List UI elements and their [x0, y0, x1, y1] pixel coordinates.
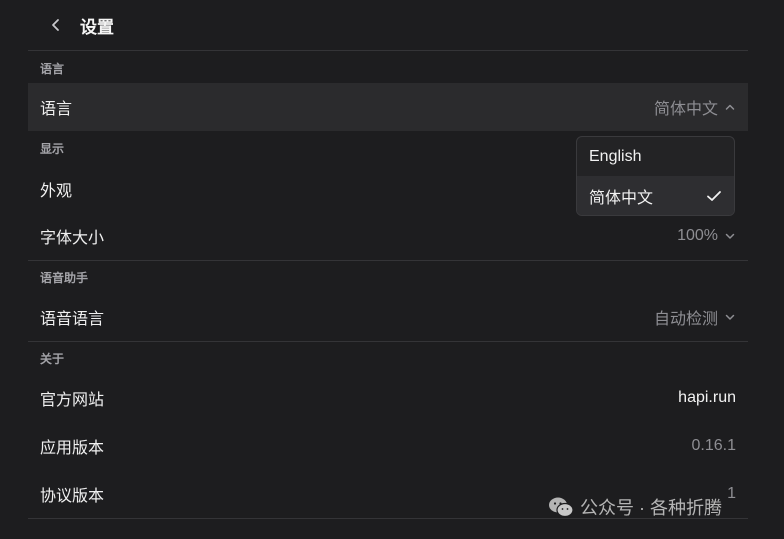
- voice-language-value: 自动检测: [653, 311, 718, 328]
- language-value: 简体中文: [653, 101, 718, 118]
- section-label-about: 关于: [40, 352, 65, 366]
- divider: [28, 341, 748, 342]
- voice-language-select[interactable]: 自动检测: [654, 305, 736, 329]
- language-option-label: 简体中文: [589, 189, 654, 207]
- chevron-up-icon: [725, 104, 735, 110]
- language-option-english[interactable]: English: [577, 137, 734, 176]
- font-size-row[interactable]: 字体大小 100%: [28, 212, 748, 260]
- settings-page: 设置 语言 语言 简体中文 显示 外观 字体大小 100% 语音助手 语音语言 …: [0, 0, 784, 539]
- font-size-value: 100%: [677, 227, 718, 244]
- language-row-label: 语言: [40, 101, 73, 118]
- language-option-label: English: [589, 147, 642, 165]
- chevron-left-icon: [52, 19, 59, 31]
- protocol-version-value: 1: [727, 485, 736, 502]
- wechat-icon: [549, 497, 574, 518]
- voice-language-row-label: 语音语言: [40, 311, 105, 328]
- font-size-select[interactable]: 100%: [677, 227, 736, 245]
- section-label-voice: 语音助手: [40, 271, 89, 285]
- chevron-down-icon: [725, 233, 735, 239]
- language-select[interactable]: 简体中文: [654, 95, 736, 119]
- app-version-value: 0.16.1: [691, 437, 736, 454]
- chevron-down-icon: [725, 314, 735, 320]
- protocol-version-row-label: 协议版本: [40, 488, 105, 505]
- website-link[interactable]: hapi.run: [678, 389, 736, 407]
- website-row-label: 官方网站: [40, 392, 105, 409]
- page-title: 设置: [80, 17, 114, 37]
- language-option-chinese[interactable]: 简体中文: [577, 176, 734, 215]
- website-row[interactable]: 官方网站 hapi.run: [28, 374, 748, 422]
- appearance-row-label: 外观: [40, 183, 73, 200]
- checkmark-icon: [707, 190, 721, 201]
- language-row[interactable]: 语言 简体中文: [28, 83, 748, 131]
- back-button[interactable]: [44, 13, 68, 37]
- voice-language-row[interactable]: 语音语言 自动检测: [28, 293, 748, 341]
- watermark: 公众号 · 各种折腾: [548, 494, 722, 520]
- font-size-row-label: 字体大小: [40, 230, 105, 247]
- app-version-row: 应用版本 0.16.1: [28, 422, 748, 470]
- language-dropdown-menu: English 简体中文: [576, 136, 735, 216]
- header-bar: 设置: [28, 0, 748, 51]
- divider: [28, 260, 748, 261]
- app-version-row-label: 应用版本: [40, 440, 105, 457]
- watermark-text: 公众号 · 各种折腾: [580, 498, 722, 518]
- section-label-language: 语言: [40, 62, 65, 76]
- section-label-display: 显示: [40, 142, 65, 156]
